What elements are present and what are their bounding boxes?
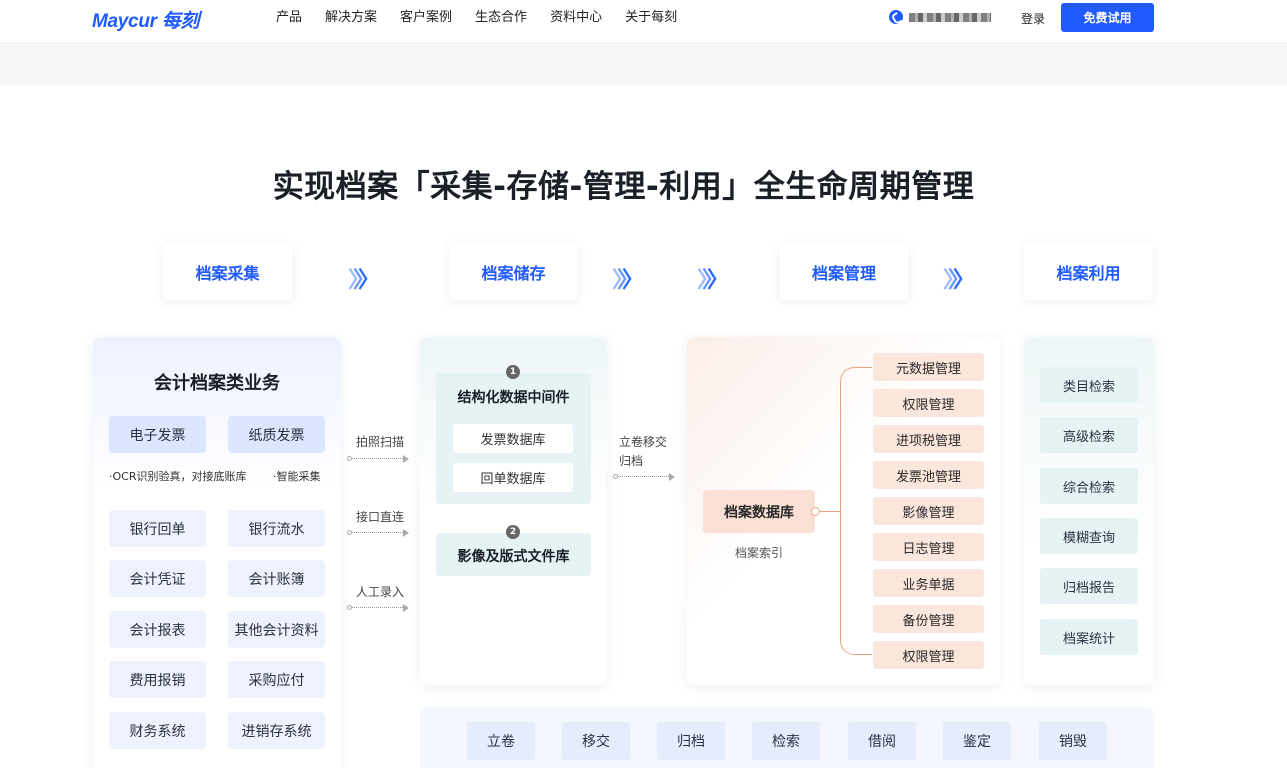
mgmt-item-metadata: 元数据管理 xyxy=(873,353,984,381)
step-badge-2: 2 xyxy=(506,525,520,539)
flow-label-manual: 人工录入 xyxy=(356,585,405,599)
mgmt-item-invoice-pool: 发票池管理 xyxy=(873,461,984,489)
nav-item-resources[interactable]: 资料中心 xyxy=(550,9,602,27)
storage-card: 1 结构化数据中间件 发票数据库 回单数据库 2 影像及版式文件库 xyxy=(420,337,607,685)
lifecycle-archive: 归档 xyxy=(657,722,725,760)
structured-data-title: 结构化数据中间件 xyxy=(457,390,570,406)
flow-label-scan: 拍照扫描 xyxy=(356,435,405,449)
free-trial-button[interactable]: 免费试用 xyxy=(1061,3,1154,32)
tree-connector xyxy=(820,511,840,512)
lifecycle-volume: 立卷 xyxy=(467,722,535,760)
structured-data-box: 1 结构化数据中间件 发票数据库 回单数据库 xyxy=(436,365,591,504)
nav-item-cases[interactable]: 客户案例 xyxy=(400,9,452,27)
image-file-title: 影像及版式文件库 xyxy=(457,549,570,565)
mgmt-item-permission-2: 权限管理 xyxy=(873,641,984,669)
chip-report: 会计报表 xyxy=(109,611,206,648)
step-badge-1: 1 xyxy=(506,365,520,379)
flow-label-transfer: 立卷移交 xyxy=(619,435,668,449)
lifecycle-appraise: 鉴定 xyxy=(943,722,1011,760)
chip-expense: 费用报销 xyxy=(109,661,206,698)
image-file-box: 2 影像及版式文件库 xyxy=(436,525,591,576)
arrow-right-icon xyxy=(613,473,675,481)
util-item-archive-stats: 档案统计 xyxy=(1040,619,1138,655)
stage-utilization: 档案利用 xyxy=(1024,243,1153,300)
receipt-db-chip: 回单数据库 xyxy=(453,463,573,492)
util-item-combined-search: 综合检索 xyxy=(1040,468,1138,504)
stage-storage: 档案储存 xyxy=(449,243,578,300)
mgmt-item-input-tax: 进项税管理 xyxy=(873,425,984,453)
phone-number-blurred xyxy=(909,12,991,22)
util-item-fuzzy-query: 模糊查询 xyxy=(1040,518,1138,554)
phone-contact xyxy=(889,10,991,24)
mgmt-item-image: 影像管理 xyxy=(873,497,984,525)
invoice-db-chip: 发票数据库 xyxy=(453,424,573,453)
arrow-right-icon xyxy=(347,529,409,537)
nav-item-about[interactable]: 关于每刻 xyxy=(625,9,677,27)
phone-icon xyxy=(889,10,903,24)
chip-payable: 采购应付 xyxy=(228,661,325,698)
flow-label-api: 接口直连 xyxy=(356,510,405,524)
tree-bracket xyxy=(840,367,872,655)
nav-item-products[interactable]: 产品 xyxy=(276,9,302,27)
lifecycle-borrow: 借阅 xyxy=(848,722,916,760)
mgmt-item-backup: 备份管理 xyxy=(873,605,984,633)
lifecycle-transfer: 移交 xyxy=(562,722,630,760)
util-item-category-search: 类目检索 xyxy=(1040,367,1138,403)
util-item-advanced-search: 高级检索 xyxy=(1040,417,1138,453)
mgmt-item-permission: 权限管理 xyxy=(873,389,984,417)
lifecycle-band: 立卷 移交 归档 检索 借阅 鉴定 销毁 xyxy=(420,707,1154,768)
flow-label-archive: 归档 xyxy=(619,454,644,468)
chip-finance-system: 财务系统 xyxy=(109,712,206,749)
card-title: 会计档案类业务 xyxy=(154,373,280,394)
mgmt-item-log: 日志管理 xyxy=(873,533,984,561)
nav-item-solutions[interactable]: 解决方案 xyxy=(325,9,377,27)
lifecycle-search: 检索 xyxy=(752,722,820,760)
section-title: 实现档案「采集-存储-管理-利用」全生命周期管理 xyxy=(272,169,975,205)
nav-item-ecosystem[interactable]: 生态合作 xyxy=(475,9,527,27)
note-ocr: ·OCR识别验真，对接底账库 xyxy=(109,470,247,483)
utilization-card: 类目检索 高级检索 综合检索 模糊查询 归档报告 档案统计 xyxy=(1024,337,1154,685)
login-link[interactable]: 登录 xyxy=(1021,10,1045,27)
arrow-right-icon xyxy=(347,604,409,612)
stage-management: 档案管理 xyxy=(780,243,908,300)
chip-ledger: 会计账簿 xyxy=(228,560,325,597)
maycur-logo[interactable]: Maycur 每刻 xyxy=(92,6,199,32)
chip-other-material: 其他会计资料 xyxy=(228,611,325,648)
chip-bank-flow: 银行流水 xyxy=(228,510,325,547)
chevron-right-icon: 〉〉〉 xyxy=(697,268,729,293)
arrow-right-icon xyxy=(347,455,409,463)
util-item-archive-report: 归档报告 xyxy=(1040,568,1138,604)
logo-text: Maycur 每刻 xyxy=(92,10,200,32)
chip-bank-receipt: 银行回单 xyxy=(109,510,206,547)
header-spacer-band xyxy=(0,45,1287,85)
archive-database: 档案数据库 xyxy=(703,490,820,533)
chip-voucher: 会计凭证 xyxy=(109,560,206,597)
chevron-right-icon: 〉〉〉 xyxy=(612,268,644,293)
archive-management-card: 档案数据库 档案索引 元数据管理 权限管理 进项税管理 发票池管理 影像管理 日… xyxy=(687,337,1000,685)
chip-paper-invoice: 纸质发票 xyxy=(228,416,325,453)
archive-index-label: 档案索引 xyxy=(734,546,783,560)
chevron-right-icon: 〉〉〉 xyxy=(348,268,380,293)
main-nav: 产品 解决方案 客户案例 生态合作 资料中心 关于每刻 xyxy=(276,9,700,27)
chip-e-invoice: 电子发票 xyxy=(109,416,206,453)
chip-inventory-system: 进销存系统 xyxy=(228,712,325,749)
stage-collection: 档案采集 xyxy=(163,243,292,300)
top-header: Maycur 每刻 产品 解决方案 客户案例 生态合作 资料中心 关于每刻 登录… xyxy=(0,0,1287,44)
lifecycle-destroy: 销毁 xyxy=(1039,722,1107,760)
mgmt-item-business-doc: 业务单据 xyxy=(873,569,984,597)
chevron-right-icon: 〉〉〉 xyxy=(943,268,975,293)
accounting-archive-card: 会计档案类业务 电子发票 纸质发票 ·OCR识别验真，对接底账库 ·智能采集 银… xyxy=(93,337,341,768)
note-smart-capture: ·智能采集 xyxy=(273,470,321,483)
